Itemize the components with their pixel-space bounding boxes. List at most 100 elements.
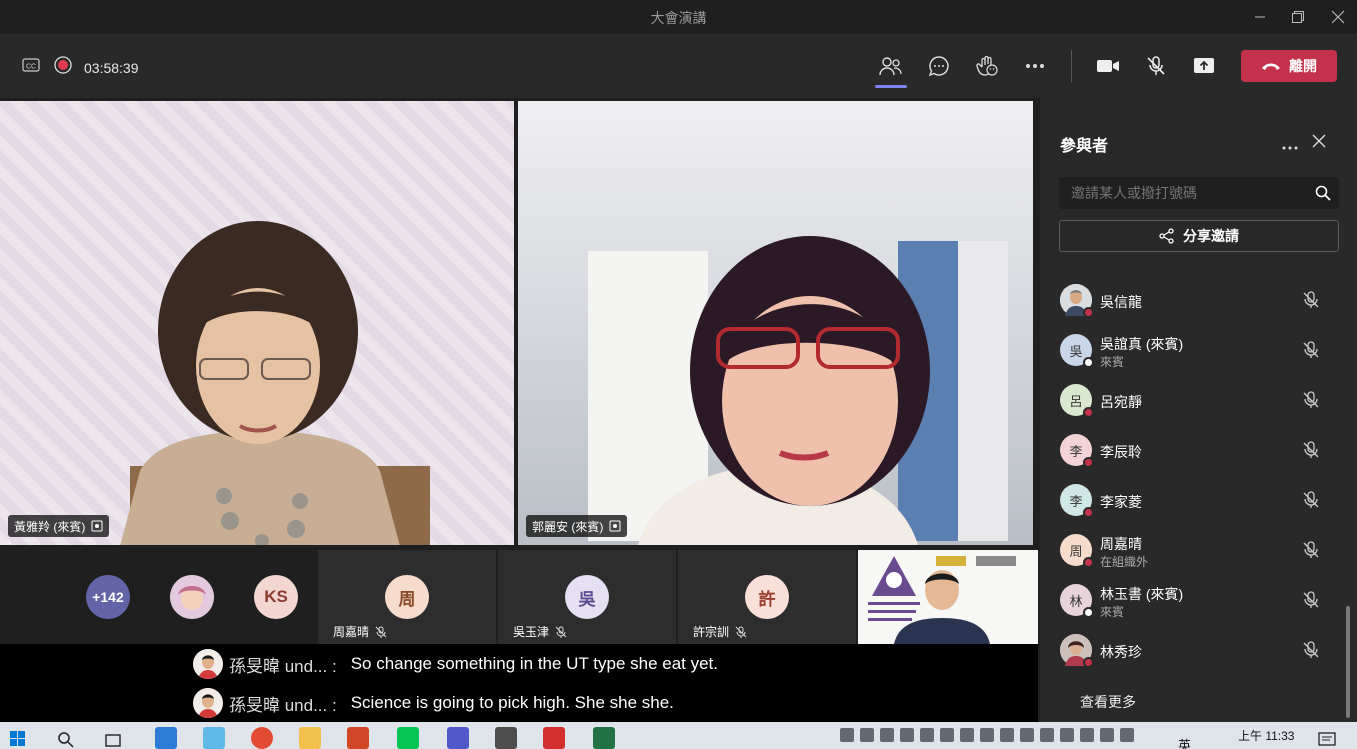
tray-icon[interactable]	[860, 728, 874, 742]
raise-hand-icon	[976, 55, 998, 76]
presence-badge	[1083, 607, 1094, 618]
list-item[interactable]: 李 李辰聆	[1040, 426, 1357, 476]
chrome-icon[interactable]	[251, 727, 273, 749]
invite-input[interactable]	[1059, 177, 1309, 209]
tray-icon[interactable]	[920, 728, 934, 742]
tray-icon[interactable]	[840, 728, 854, 742]
speaker-video-tile[interactable]	[858, 550, 1038, 644]
minimize-button[interactable]	[1240, 4, 1280, 30]
minimize-icon	[1255, 16, 1265, 18]
panel-scrollbar[interactable]	[1346, 606, 1350, 718]
tray-icon[interactable]	[940, 728, 954, 742]
mic-off-icon[interactable]	[1302, 341, 1320, 359]
mute-button[interactable]	[1142, 52, 1170, 80]
os-taskbar: 英 上午 11:33	[0, 722, 1357, 749]
mic-off-icon[interactable]	[1302, 541, 1320, 559]
tray-icon[interactable]	[1000, 728, 1014, 742]
panel-more-button[interactable]	[1282, 134, 1298, 155]
video-tile[interactable]: 黃雅羚 (來賓)	[0, 101, 514, 545]
reactions-button[interactable]	[973, 52, 1001, 80]
list-item[interactable]: 呂 呂宛靜	[1040, 376, 1357, 426]
mic-off-icon	[375, 626, 387, 638]
camera-button[interactable]	[1094, 52, 1122, 80]
restore-button[interactable]	[1278, 4, 1318, 30]
participant-role: 來賓	[1100, 355, 1125, 369]
mic-off-icon[interactable]	[1302, 291, 1320, 309]
mic-off-icon	[735, 626, 747, 638]
pin-icon[interactable]	[91, 520, 103, 532]
input-method-indicator[interactable]: 英	[1178, 735, 1191, 749]
notifications-icon[interactable]	[1318, 731, 1336, 747]
taskbar-app-icon[interactable]	[155, 727, 177, 749]
tray-icon[interactable]	[1060, 728, 1074, 742]
tray-icon[interactable]	[960, 728, 974, 742]
windows-start-icon[interactable]	[10, 731, 26, 747]
list-item[interactable]: 林 林玉書 (來賓) 來賓	[1040, 576, 1357, 626]
invite-search[interactable]	[1059, 177, 1339, 209]
participant-tile[interactable]: 吳 吳玉津	[498, 550, 676, 644]
list-item[interactable]: 林秀珍	[1040, 626, 1357, 676]
mic-off-icon[interactable]	[1302, 391, 1320, 409]
tray-icon[interactable]	[1120, 728, 1134, 742]
svg-text:CC: CC	[26, 64, 36, 71]
caption-line: 孫旻暐 und... : So change something in the …	[193, 648, 718, 680]
restore-icon	[1292, 11, 1304, 23]
pin-icon[interactable]	[609, 520, 621, 532]
list-item[interactable]: 周 周嘉晴 在組織外	[1040, 526, 1357, 576]
list-item[interactable]: 吳信龍	[1040, 276, 1357, 326]
tray-icon[interactable]	[980, 728, 994, 742]
avatar-initials[interactable]: KS	[254, 575, 298, 619]
mic-off-icon[interactable]	[1302, 491, 1320, 509]
share-screen-button[interactable]	[1190, 52, 1218, 80]
speaker-video	[868, 556, 1016, 644]
tray-icon[interactable]	[880, 728, 894, 742]
folder-icon[interactable]	[299, 727, 321, 749]
close-icon	[1312, 134, 1326, 148]
acrobat-icon[interactable]	[543, 727, 565, 749]
caption-line: 孫旻暐 und... : Science is going to pick hi…	[193, 687, 674, 719]
avatar	[193, 649, 223, 679]
mic-off-icon[interactable]	[1302, 441, 1320, 459]
video-tile[interactable]: 郭麗安 (來賓)	[518, 101, 1033, 545]
captions-icon[interactable]: CC	[22, 58, 40, 77]
panel-close-button[interactable]	[1312, 134, 1326, 153]
teams-icon[interactable]	[447, 727, 469, 749]
share-invite-button[interactable]: 分享邀請	[1059, 220, 1339, 252]
system-clock[interactable]: 上午 11:33	[1238, 727, 1294, 744]
participants-button[interactable]	[875, 52, 907, 88]
task-view-icon[interactable]	[104, 732, 122, 748]
share-screen-icon	[1194, 58, 1214, 73]
presence-badge	[1083, 657, 1094, 668]
search-icon[interactable]	[1315, 185, 1331, 201]
see-more-link[interactable]: 查看更多	[1080, 692, 1136, 712]
tray-icon[interactable]	[1100, 728, 1114, 742]
avatar[interactable]	[170, 575, 214, 619]
participant-name: 林秀珍	[1100, 644, 1142, 660]
mic-off-icon[interactable]	[1302, 591, 1320, 609]
avatar: 吳	[1060, 334, 1094, 368]
taskbar-app-icon[interactable]	[203, 727, 225, 749]
tray-icon[interactable]	[1020, 728, 1034, 742]
more-participants-badge[interactable]: +142	[86, 575, 130, 619]
powerpoint-icon[interactable]	[347, 727, 369, 749]
participant-strip: +142 KS 周 周嘉晴 吳 吳玉津 許 許宗訓	[0, 550, 1038, 644]
mic-off-icon[interactable]	[1302, 641, 1320, 659]
participant-tile[interactable]: 周 周嘉晴	[318, 550, 496, 644]
line-icon[interactable]	[397, 727, 419, 749]
close-window-button[interactable]	[1318, 4, 1357, 30]
leave-button[interactable]: 離開	[1241, 50, 1337, 82]
search-icon[interactable]	[58, 732, 74, 748]
avatar-initials: 周	[385, 575, 429, 619]
avatar	[1060, 634, 1094, 668]
participant-tile[interactable]: 許 許宗訓	[678, 550, 856, 644]
tray-icon[interactable]	[1080, 728, 1094, 742]
more-actions-button[interactable]	[1021, 52, 1049, 80]
list-item[interactable]: 李 李家菱	[1040, 476, 1357, 526]
tray-icon[interactable]	[1040, 728, 1054, 742]
tray-icon[interactable]	[900, 728, 914, 742]
chat-button[interactable]	[925, 52, 953, 80]
taskbar-app-icon[interactable]	[495, 727, 517, 749]
excel-icon[interactable]	[593, 727, 615, 749]
participant-name: 周嘉晴	[333, 625, 370, 639]
list-item[interactable]: 吳 吳誼真 (來賓) 來賓	[1040, 326, 1357, 376]
